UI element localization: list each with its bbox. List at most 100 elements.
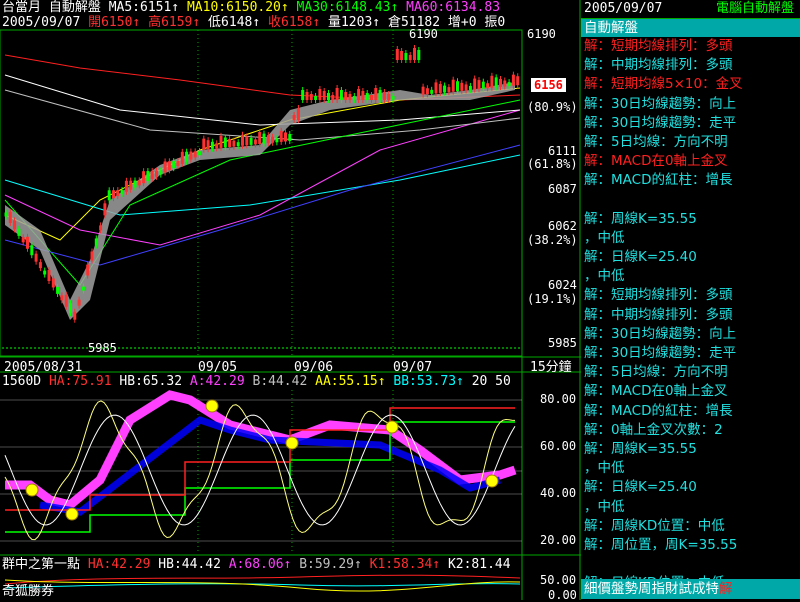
- candle-body: [241, 134, 244, 146]
- candle-body: [374, 88, 378, 100]
- candle-body: [443, 85, 447, 93]
- candle-body: [451, 79, 455, 92]
- ohlc-header: 2005/09/07 開6150↑ 高6159↑ 低6148↑ 收6158↑ 量…: [2, 15, 580, 30]
- chart-area[interactable]: [0, 0, 581, 600]
- ha-value: HA:75.91: [48, 374, 112, 389]
- bottom-k1: K1:58.34↑: [369, 557, 441, 572]
- stock-name: 台當月: [2, 0, 42, 15]
- candle-body: [430, 89, 434, 94]
- analysis-line: ，中低: [584, 229, 625, 246]
- candle-body: [425, 88, 429, 95]
- candle-body: [382, 92, 386, 100]
- analysis-line: ，中低: [584, 268, 625, 285]
- panel-heading: 自動解盤: [581, 19, 800, 37]
- candle-body: [116, 190, 120, 197]
- candle-body: [499, 78, 502, 87]
- smiley-icon: [385, 420, 399, 434]
- candle-body: [477, 80, 481, 90]
- candle-body: [120, 189, 124, 194]
- candle-body: [361, 91, 365, 100]
- candle-body: [107, 190, 111, 201]
- analysis-line: 解：0軸上金叉次數：2: [584, 421, 723, 438]
- candle-body: [142, 171, 146, 184]
- candle-body: [335, 88, 339, 100]
- candle-body: [99, 225, 103, 231]
- moving-average-line: [4, 54, 521, 101]
- candle-body: [198, 151, 201, 156]
- candle-body: [408, 55, 412, 60]
- candle-body: [180, 151, 184, 164]
- bottom-tick-50: 50.00: [540, 573, 577, 587]
- date-label-0905: 09/05: [198, 360, 238, 375]
- candle-body: [318, 89, 322, 100]
- candle-body: [296, 108, 300, 120]
- candle-body: [206, 140, 210, 150]
- date-label-0831: 2005/08/31: [4, 360, 83, 375]
- candle-body: [387, 94, 391, 100]
- panel-date: 2005/09/07: [584, 1, 663, 16]
- candle-body: [370, 95, 373, 100]
- candle-body: [4, 212, 8, 217]
- candle-body: [17, 228, 21, 236]
- candle-body: [223, 137, 227, 148]
- amplitude-value: 振0: [484, 15, 506, 30]
- candle-body: [421, 86, 425, 95]
- candle-body: [352, 96, 356, 100]
- panel-title-bar: 2005/09/07 電腦自動解盤: [581, 0, 800, 19]
- candle-body: [327, 93, 330, 100]
- panel-footer[interactable]: 細價盤勢周指財試成特解: [581, 579, 800, 599]
- analysis-line: 解：短期均線5×10：金叉: [584, 76, 743, 93]
- footer-menu[interactable]: 細價盤勢周指財試成特: [584, 581, 719, 597]
- smiley-icon: [205, 399, 219, 413]
- candle-body: [185, 151, 189, 162]
- analysis-line: 解：5日均線：方向不明: [584, 364, 728, 381]
- analysis-line: 解：短期均線排列：多頭: [584, 287, 733, 304]
- candle-body: [468, 85, 472, 90]
- analysis-line: ，中低: [584, 460, 625, 477]
- footer-solve[interactable]: 解: [719, 581, 733, 597]
- candle-body: [301, 90, 305, 100]
- candle-body: [60, 295, 64, 301]
- analysis-line: ，中低: [584, 498, 625, 515]
- candle-body: [481, 81, 485, 89]
- hb-value: HB:65.32: [119, 374, 183, 389]
- candle-body: [8, 211, 12, 223]
- axis-tick-5985: 5985: [548, 336, 577, 350]
- ind-tick-20: 20.00: [540, 533, 577, 547]
- candle-body: [404, 53, 408, 60]
- change-value: 增+0: [447, 15, 477, 30]
- candle-body: [464, 84, 468, 91]
- candle-body: [69, 303, 72, 314]
- candle-body: [167, 161, 171, 171]
- indicator-code: 1560D: [2, 374, 42, 389]
- analysis-line: 解：30日均線趨勢：走平: [584, 114, 737, 131]
- candle-body: [90, 251, 94, 261]
- candle-body: [245, 136, 249, 146]
- ind-tick-60: 60.00: [540, 439, 577, 453]
- software-label: 奇狐勝券: [2, 584, 55, 599]
- period-selector[interactable]: 15分鐘: [530, 360, 572, 375]
- candle-body: [159, 170, 163, 175]
- candle-body: [215, 143, 219, 149]
- candle-body: [292, 115, 296, 120]
- candle-body: [271, 136, 275, 143]
- candle-body: [284, 132, 287, 142]
- axis-tick-19-1: (19.1%): [527, 292, 578, 306]
- axis-tick-6190: 6190: [527, 27, 556, 41]
- candle-body: [236, 142, 240, 147]
- candle-body: [275, 138, 279, 143]
- candle-body: [73, 311, 77, 320]
- b-value: B:44.42: [252, 374, 308, 389]
- bottom-title: 群中之第一點: [2, 557, 81, 572]
- candle-body: [511, 74, 515, 86]
- bottom-indicator-header: 群中之第一點 HA:42.29 HB:44.42 A:68.06↑ B:59.2…: [2, 557, 580, 572]
- current-price-tag: 6156: [531, 78, 566, 92]
- bottom-ha: HA:42.29: [87, 557, 151, 572]
- bar-date: 2005/09/07: [2, 15, 81, 30]
- candle-body: [81, 286, 85, 291]
- candle-body: [434, 82, 438, 94]
- candle-body: [473, 78, 477, 90]
- axis-tick-6024: 6024: [548, 278, 577, 292]
- analysis-line: 解：周線KD位置：中低: [584, 517, 725, 534]
- candle-body: [258, 132, 262, 145]
